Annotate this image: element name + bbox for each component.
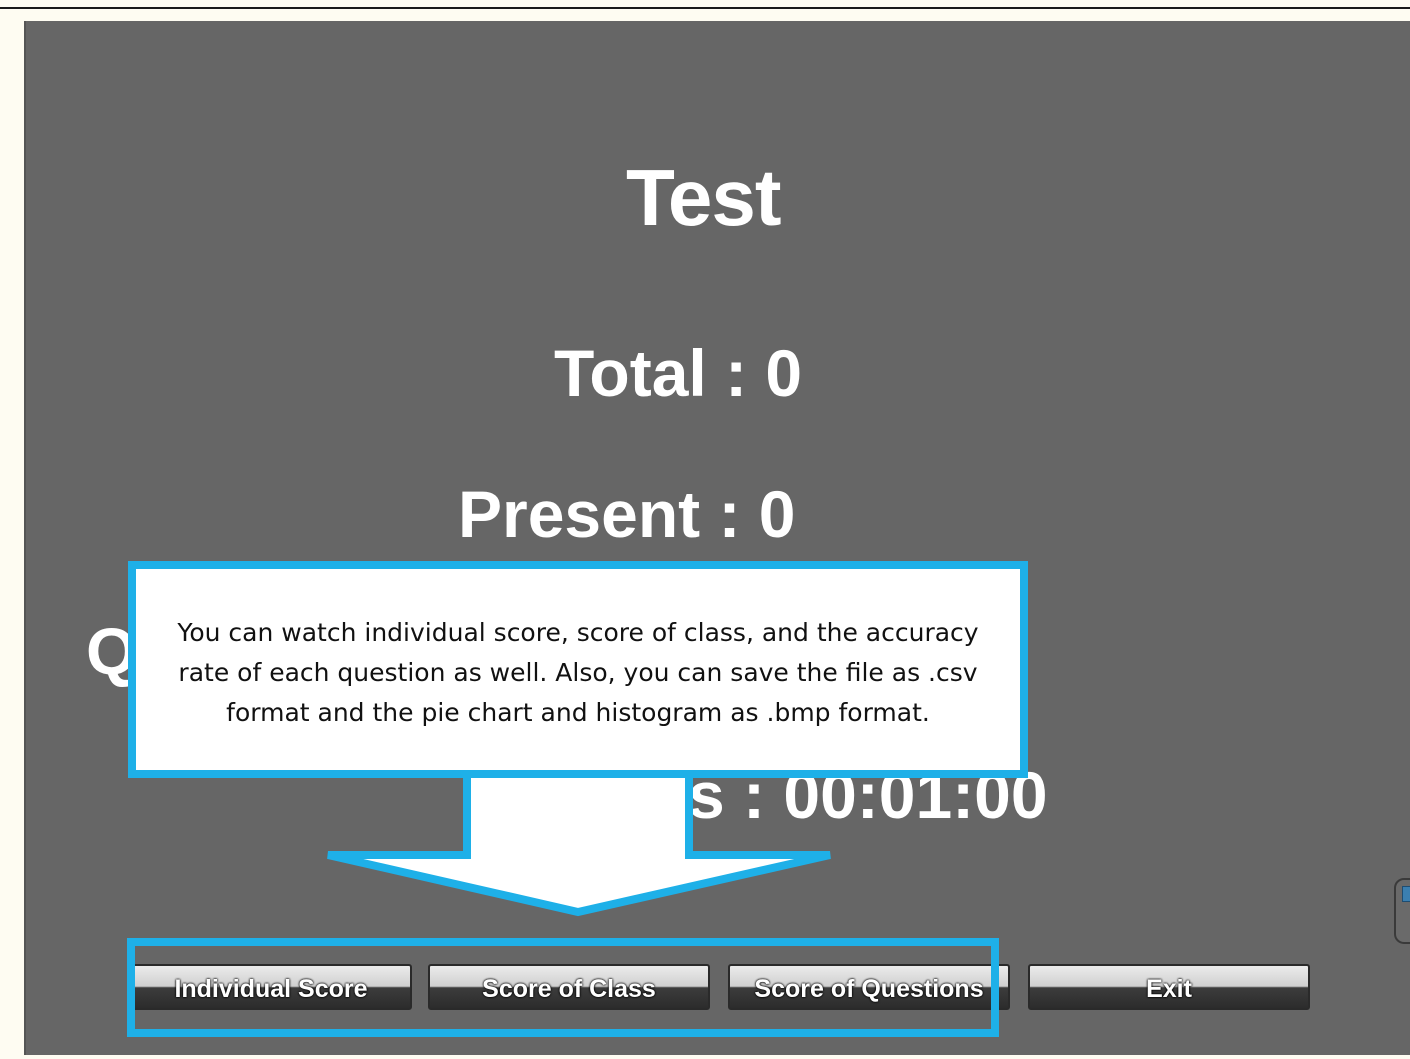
score-of-class-button[interactable]: Score of Class [428,964,710,1010]
tutorial-callout: You can watch individual score, score of… [128,561,1028,778]
callout-text: You can watch individual score, score of… [177,618,979,727]
exit-button[interactable]: Exit [1028,964,1310,1010]
score-of-questions-button[interactable]: Score of Questions [728,964,1010,1010]
callout-arrow [327,756,831,917]
individual-score-button[interactable]: Individual Score [130,964,412,1010]
